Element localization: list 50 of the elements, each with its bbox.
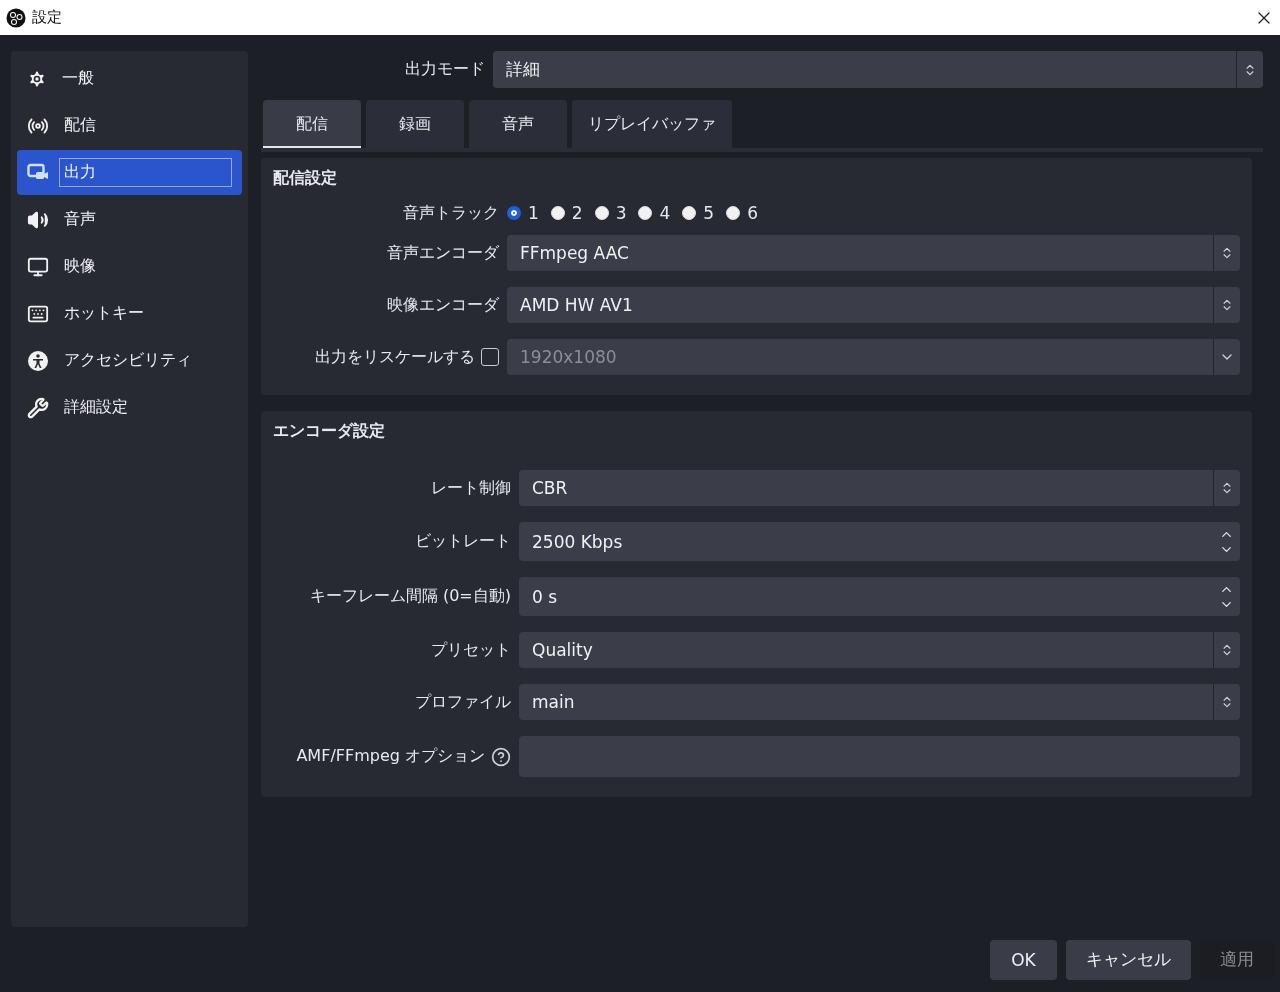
radio-option[interactable]: 6 [726,203,758,223]
checkbox[interactable] [481,348,499,366]
field-label: 出力をリスケールする [315,346,475,368]
sidebar-item[interactable]: ホットキー [17,291,242,336]
sidebar-item[interactable]: 出力 [17,150,242,195]
window-title: 設定 [32,8,63,27]
field-label: キーフレーム間隔 (0=自動) [309,586,511,607]
field-label: レート制御 [431,477,511,499]
tab[interactable]: リプレイバッファ [572,100,732,148]
dropdown[interactable]: AMD HW AV1 [507,287,1240,323]
dialog-button[interactable]: OK [990,939,1057,980]
dropdown[interactable]: main [519,684,1240,720]
stepper-chevron-icon [1220,246,1234,260]
tab[interactable]: 音声 [469,100,567,148]
field-label: ビットレート [415,531,511,552]
radio-option[interactable]: 2 [550,203,583,223]
tools-icon [27,396,49,419]
help-icon[interactable] [491,746,511,767]
sidebar-item[interactable]: 音声 [17,197,242,242]
app-logo-icon [6,7,26,28]
sidebar-item[interactable]: 映像 [17,244,242,289]
field-label: 音声エンコーダ [387,242,499,264]
sidebar-item[interactable]: 詳細設定 [17,385,242,430]
radio-option[interactable]: 5 [682,203,715,223]
tab[interactable]: 録画 [366,100,464,148]
dialog-button[interactable]: キャンセル [1066,939,1191,980]
accessibility-icon [27,349,49,372]
spin-box[interactable]: 0 s [519,577,1240,616]
field-label: 映像エンコーダ [387,294,499,316]
radio-option[interactable]: 1 [507,203,539,223]
sidebar-item[interactable]: アクセシビリティ [17,338,242,383]
spin-box[interactable]: 2500 Kbps [519,522,1240,561]
field-label: プロファイル [415,691,511,713]
radio-option[interactable]: 3 [594,203,627,223]
dropdown[interactable]: Quality [519,632,1240,668]
field-label: 音声トラック [403,202,499,224]
section-title: 配信設定 [273,168,338,189]
dropdown[interactable]: FFmpeg AAC [507,235,1240,271]
field-label: プリセット [431,639,511,661]
sidebar-item[interactable]: 一般 [17,56,242,101]
field-label: AMF/FFmpeg オプション [296,746,485,767]
radio-option[interactable]: 4 [638,203,671,223]
field-label: 出力モード [404,59,485,80]
tab[interactable]: 配信 [263,100,361,148]
dropdown[interactable]: 詳細 [493,51,1263,88]
dropdown[interactable]: CBR [519,470,1240,506]
gear-icon [27,68,47,89]
sidebar-item[interactable]: 配信 [17,103,242,148]
section-title: エンコーダ設定 [273,421,386,442]
monitor-icon [27,255,49,278]
